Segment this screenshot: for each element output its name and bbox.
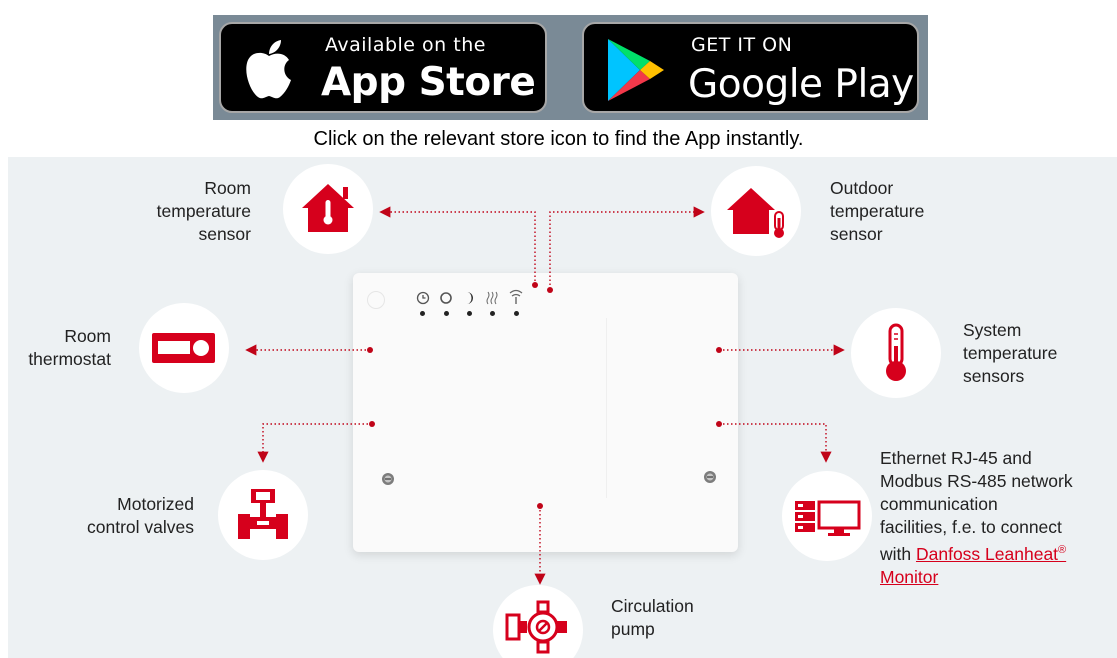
server-monitor-icon: [795, 500, 861, 536]
network-label: Ethernet RJ-45 and Modbus RS-485 network…: [880, 448, 1073, 589]
outdoor-sensor-label: Outdoor temperature sensor: [830, 178, 925, 244]
pump-icon: [505, 600, 567, 654]
room-sensor-connector: [379, 206, 536, 285]
house-thermometer-icon: [302, 184, 354, 232]
outdoor-sensor-connector: [549, 206, 705, 285]
app-store-line2: App Store: [321, 60, 536, 105]
google-play-line2: Google Play: [688, 62, 914, 107]
room-thermostat-icon-circle: [139, 303, 229, 393]
google-play-icon: [608, 39, 664, 101]
system-sensors-label: System temperature sensors: [963, 320, 1058, 386]
network-connector: [719, 423, 832, 463]
system-sensors-icon-circle: [851, 308, 941, 398]
thermostat-icon: [152, 333, 215, 363]
pump-label: Circulation pump: [611, 596, 694, 639]
apple-icon: [246, 40, 291, 99]
thermometer-icon: [886, 323, 906, 381]
valves-connector: [257, 423, 372, 463]
valves-icon-circle: [218, 470, 308, 560]
network-icon-circle: [782, 471, 872, 561]
danfoss-leanheat-link[interactable]: Danfoss Leanheat®: [916, 544, 1066, 564]
room-sensor-label: Room temperature sensor: [156, 178, 251, 244]
valve-icon: [238, 489, 288, 539]
house-outdoor-thermometer-icon: [727, 188, 784, 238]
valves-label: Motorized control valves: [87, 494, 194, 537]
system-diagram: Room temperature sensor Outdoor temperat…: [8, 157, 1117, 658]
room-sensor-icon-circle: [283, 164, 373, 254]
pump-icon-circle: [493, 585, 583, 658]
outdoor-sensor-icon-circle: [711, 166, 801, 256]
store-badges-bar: Available on the App Store GET IT ON Goo…: [213, 15, 928, 120]
google-play-line1: GET IT ON: [691, 34, 793, 56]
google-play-badge[interactable]: GET IT ON Google Play: [582, 22, 919, 113]
monitor-link[interactable]: Monitor: [880, 566, 1073, 589]
store-caption: Click on the relevant store icon to find…: [313, 128, 804, 150]
room-thermostat-label: Room thermostat: [28, 326, 111, 369]
app-store-badge[interactable]: Available on the App Store: [219, 22, 547, 113]
app-store-line1: Available on the: [325, 34, 486, 56]
